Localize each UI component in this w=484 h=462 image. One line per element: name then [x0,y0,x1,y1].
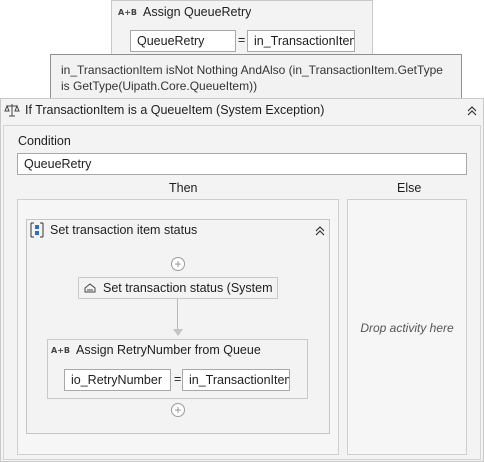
condition-label: Condition [18,134,71,148]
assign-queueretry-title: Assign QueueRetry [143,5,252,19]
assign-icon: A+B [118,7,137,17]
sequence-header: Set transaction item status [26,219,330,241]
assign-queueretry-header: A+B Assign QueueRetry [112,1,372,23]
if-title: If TransactionItem is a QueueItem (Syste… [25,103,325,117]
add-activity-plus-icon[interactable]: + [171,257,185,271]
assign-icon: A+B [51,345,70,355]
tooltip-text: in_TransactionItem isNot Nothing AndAlso… [61,63,443,93]
sequence-collapse-chevron-icon[interactable] [314,225,326,237]
condition-tooltip: in_TransactionItem isNot Nothing AndAlso… [50,54,462,100]
sequence-activity[interactable] [26,219,330,434]
assign-to-field[interactable]: QueueRetry [130,30,236,52]
sequence-title: Set transaction item status [50,223,198,237]
assign-equals-sign: = [238,33,246,47]
collapse-chevron-icon[interactable] [466,105,478,117]
condition-input[interactable]: QueueRetry [17,153,467,175]
connector-arrow-icon [173,329,183,336]
if-header: If TransactionItem is a QueueItem (Syste… [0,98,484,122]
assign-retrynumber-title: Assign RetryNumber from Queue [76,343,261,357]
retry-assign-from-field[interactable]: in_TransactionItem [182,369,290,391]
retry-assign-to-field[interactable]: io_RetryNumber [64,369,171,391]
then-label: Then [169,181,198,195]
set-transaction-status-title: Set transaction status (System Exception… [103,281,273,295]
else-drop-placeholder: Drop activity here [360,321,454,335]
add-activity-plus-icon[interactable]: + [171,403,185,417]
connector-line [177,299,178,329]
else-label: Else [397,181,422,195]
assign-from-field[interactable]: in_TransactionItem [247,30,355,52]
retry-assign-equals-sign: = [174,372,182,386]
sequence-icon [30,222,44,238]
set-transaction-status-activity[interactable]: Set transaction status (System Exception… [78,277,278,299]
scale-icon [4,104,20,117]
assign-retrynumber-header: A+B Assign RetryNumber from Queue [47,339,308,361]
queue-status-icon [84,283,96,293]
